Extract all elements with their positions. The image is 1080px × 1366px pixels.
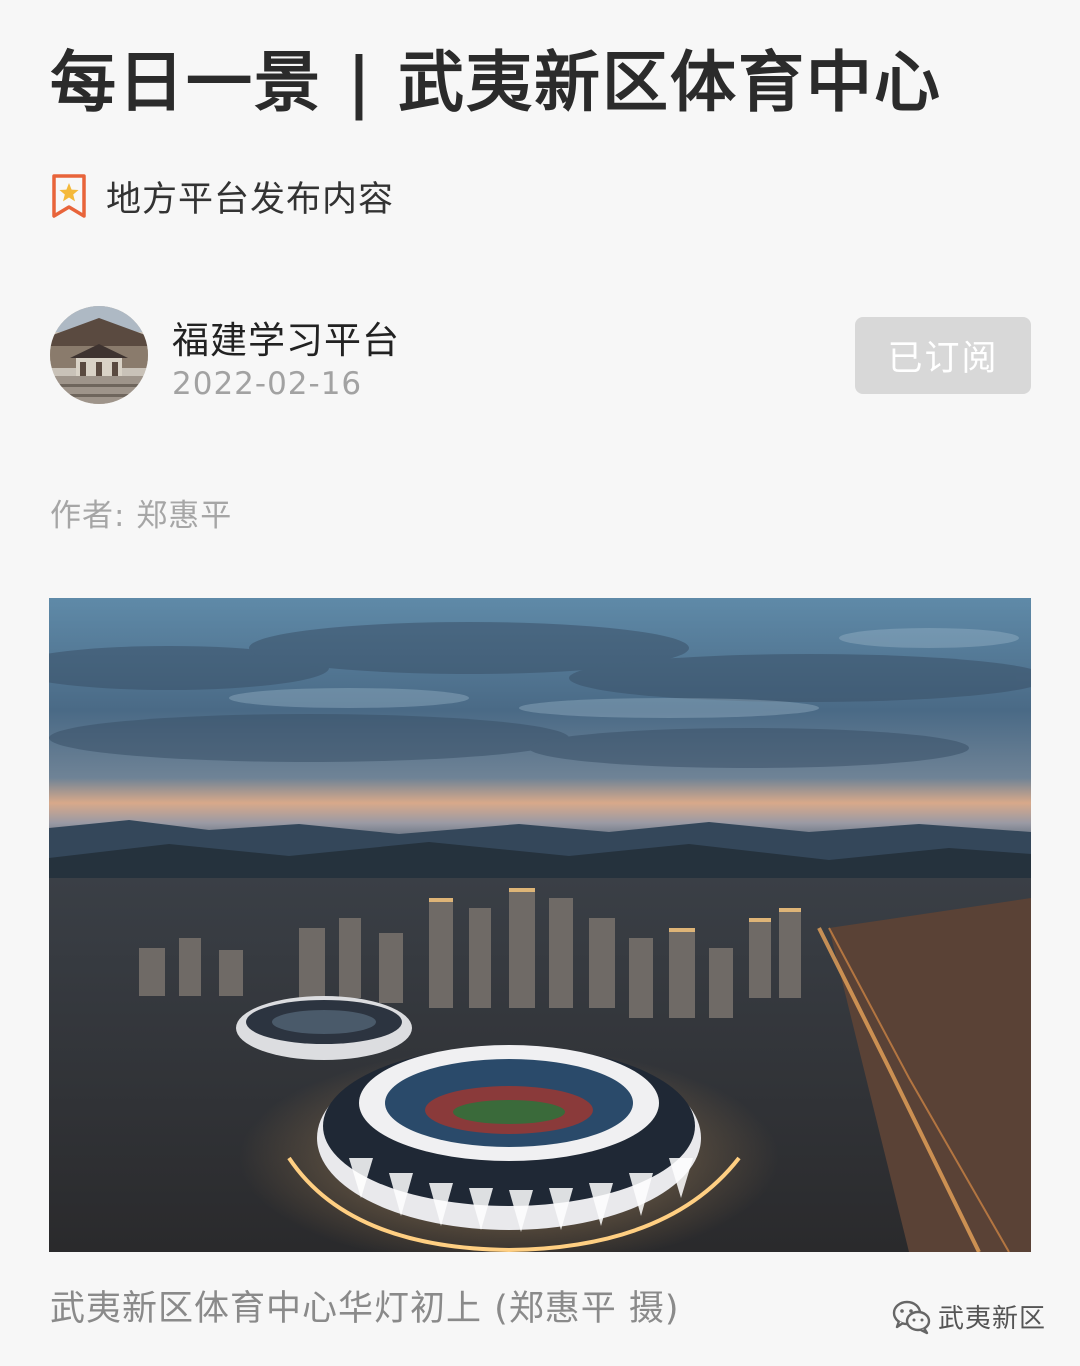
source-tag-label: 地方平台发布内容: [106, 179, 395, 220]
publisher-name[interactable]: 福建学习平台: [172, 310, 400, 364]
bookmark-star-icon: [52, 174, 86, 218]
article-author: 作者: 郑惠平: [50, 498, 233, 534]
photo-caption: 武夷新区体育中心华灯初上 (郑惠平 摄): [50, 1289, 680, 1329]
wechat-icon: [892, 1300, 931, 1334]
article-title: 每日一景 | 武夷新区体育中心: [50, 43, 942, 121]
article-photo[interactable]: [49, 598, 1031, 1252]
source-tag: 地方平台发布内容: [52, 172, 394, 220]
publish-date: 2022-02-16: [172, 366, 363, 402]
account-watermark: 武夷新区: [892, 1298, 1046, 1335]
subscribed-button[interactable]: 已订阅: [855, 317, 1031, 394]
publisher-avatar[interactable]: [50, 306, 148, 404]
watermark-label: 武夷新区: [937, 1304, 1046, 1334]
